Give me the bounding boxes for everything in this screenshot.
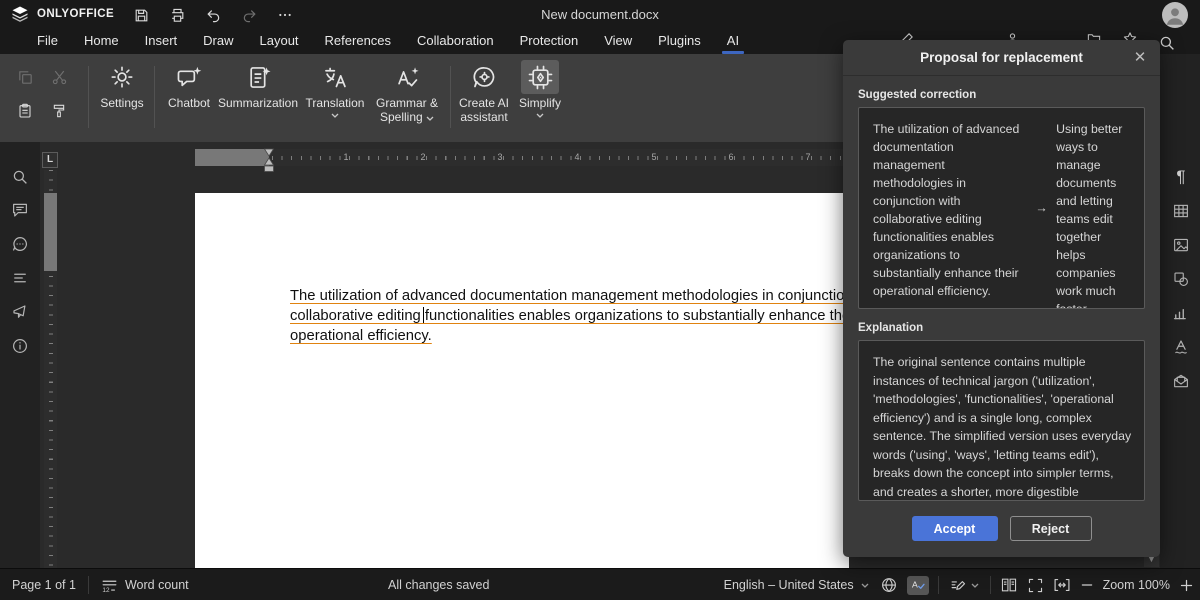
proposal-dialog: Proposal for replacement ✕ Suggested cor… <box>843 40 1160 557</box>
document-text-line: collaborative editing functionalities en… <box>290 308 849 324</box>
save-status: All changes saved <box>388 569 489 600</box>
close-icon[interactable]: ✕ <box>1131 49 1149 67</box>
indent-markers[interactable] <box>263 147 275 173</box>
fit-width-icon[interactable] <box>1053 577 1071 593</box>
grammar-spelling-icon <box>388 60 426 94</box>
word-count-button[interactable]: 12 Word count <box>89 569 201 600</box>
about-info-icon[interactable] <box>9 335 31 357</box>
two-page-view-icon[interactable] <box>1000 577 1018 593</box>
tab-collaboration[interactable]: Collaboration <box>404 30 507 54</box>
text-cursor <box>423 307 424 323</box>
tab-protection[interactable]: Protection <box>507 30 592 54</box>
cut-button[interactable] <box>48 66 70 88</box>
tab-plugins[interactable]: Plugins <box>645 30 714 54</box>
tab-layout[interactable]: Layout <box>247 30 312 54</box>
spell-check-toggle[interactable]: A <box>907 576 929 595</box>
dialog-header[interactable]: Proposal for replacement ✕ <box>843 40 1160 76</box>
chevron-down-icon <box>536 113 544 118</box>
page-number-indicator[interactable]: Page 1 of 1 <box>0 569 88 600</box>
grammar-spelling-button[interactable]: Grammar & Spelling <box>372 60 442 136</box>
tab-stop-selector[interactable]: L <box>42 152 58 168</box>
chevron-down-icon <box>971 583 979 588</box>
zoom-in-icon[interactable] <box>1179 578 1194 593</box>
tab-insert[interactable]: Insert <box>132 30 191 54</box>
word-count-icon: 12 <box>101 578 118 593</box>
toolbar-divider <box>450 66 451 128</box>
tab-view[interactable]: View <box>591 30 645 54</box>
chatbot-button[interactable]: Chatbot <box>162 60 216 136</box>
chevron-down-icon <box>861 583 869 588</box>
copy-style-button[interactable] <box>48 100 70 122</box>
chatbot-icon <box>170 60 208 94</box>
toolbar-divider <box>154 66 155 128</box>
svg-text:12: 12 <box>102 586 110 592</box>
suggested-correction-box[interactable]: The utilization of advanced documentatio… <box>858 107 1145 309</box>
chevron-down-icon <box>331 113 339 118</box>
translation-icon <box>316 60 354 94</box>
horizontal-ruler[interactable]: 1 2 3 4 5 6 7 <box>195 149 849 166</box>
paragraph-settings-icon[interactable]: ¶ <box>1170 166 1192 188</box>
original-text: The utilization of advanced documentatio… <box>873 120 1027 296</box>
simplify-button[interactable]: Simplify <box>514 60 566 136</box>
zoom-level[interactable]: Zoom 100% <box>1103 578 1170 592</box>
explanation-label: Explanation <box>858 322 1145 334</box>
status-bar: Page 1 of 1 12 Word count All changes sa… <box>0 568 1200 600</box>
search-icon[interactable] <box>1158 34 1176 52</box>
tab-ai[interactable]: AI <box>714 30 752 54</box>
language-selector[interactable]: English – United States <box>722 569 871 600</box>
explanation-box[interactable]: The original sentence contains multiple … <box>858 340 1145 501</box>
summarization-button[interactable]: Summarization <box>218 60 298 136</box>
dialog-title: Proposal for replacement <box>920 50 1083 65</box>
document-text-line: The utilization of advanced documentatio… <box>290 288 849 304</box>
tab-home[interactable]: Home <box>71 30 132 54</box>
document-title: New document.docx <box>0 7 1200 22</box>
ai-settings-button[interactable]: Settings <box>96 60 148 136</box>
feedback-support-icon[interactable] <box>9 301 31 323</box>
table-settings-icon[interactable] <box>1170 200 1192 222</box>
fit-page-icon[interactable] <box>1027 577 1044 594</box>
track-changes-toggle[interactable] <box>948 569 981 600</box>
navigation-panel-icon[interactable] <box>9 267 31 289</box>
ai-assistant-icon <box>465 60 503 94</box>
document-page[interactable]: The utilization of advanced documentatio… <box>195 193 849 568</box>
tab-references[interactable]: References <box>312 30 404 54</box>
vertical-ruler[interactable] <box>44 170 57 568</box>
chat-panel-icon[interactable] <box>9 233 31 255</box>
suggested-correction-label: Suggested correction <box>858 89 1145 101</box>
chevron-down-icon <box>426 116 434 121</box>
replacement-arrow-icon: → <box>1027 120 1056 296</box>
track-changes-icon <box>950 577 967 594</box>
set-language-globe-icon[interactable] <box>880 576 898 594</box>
zoom-out-icon[interactable] <box>1080 578 1094 592</box>
text-art-settings-icon[interactable] <box>1170 336 1192 358</box>
account-avatar[interactable] <box>1162 2 1188 28</box>
search-panel-icon[interactable] <box>9 166 31 188</box>
comments-panel-icon[interactable] <box>9 199 31 221</box>
svg-text:A: A <box>912 580 918 590</box>
shape-settings-icon[interactable] <box>1170 268 1192 290</box>
suggested-text: Using better ways to manage documents an… <box>1056 120 1134 296</box>
chart-settings-icon[interactable] <box>1170 302 1192 324</box>
summarization-icon <box>239 60 277 94</box>
tab-draw[interactable]: Draw <box>190 30 246 54</box>
mail-merge-icon[interactable] <box>1170 370 1192 392</box>
create-ai-assistant-button[interactable]: Create AI assistant <box>456 60 512 136</box>
topbar: ONLYOFFICE <box>0 0 1200 30</box>
reject-button[interactable]: Reject <box>1010 516 1092 541</box>
copy-button[interactable] <box>14 66 36 88</box>
translation-button[interactable]: Translation <box>303 60 367 136</box>
paste-button[interactable] <box>14 100 36 122</box>
tab-file[interactable]: File <box>24 30 71 54</box>
explanation-text: The original sentence contains multiple … <box>873 355 1131 501</box>
accept-button[interactable]: Accept <box>912 516 998 541</box>
document-text-line: operational efficiency. <box>290 328 432 344</box>
image-settings-icon[interactable] <box>1170 234 1192 256</box>
gear-icon <box>103 60 141 94</box>
simplify-icon <box>521 60 559 94</box>
toolbar-divider <box>88 66 89 128</box>
